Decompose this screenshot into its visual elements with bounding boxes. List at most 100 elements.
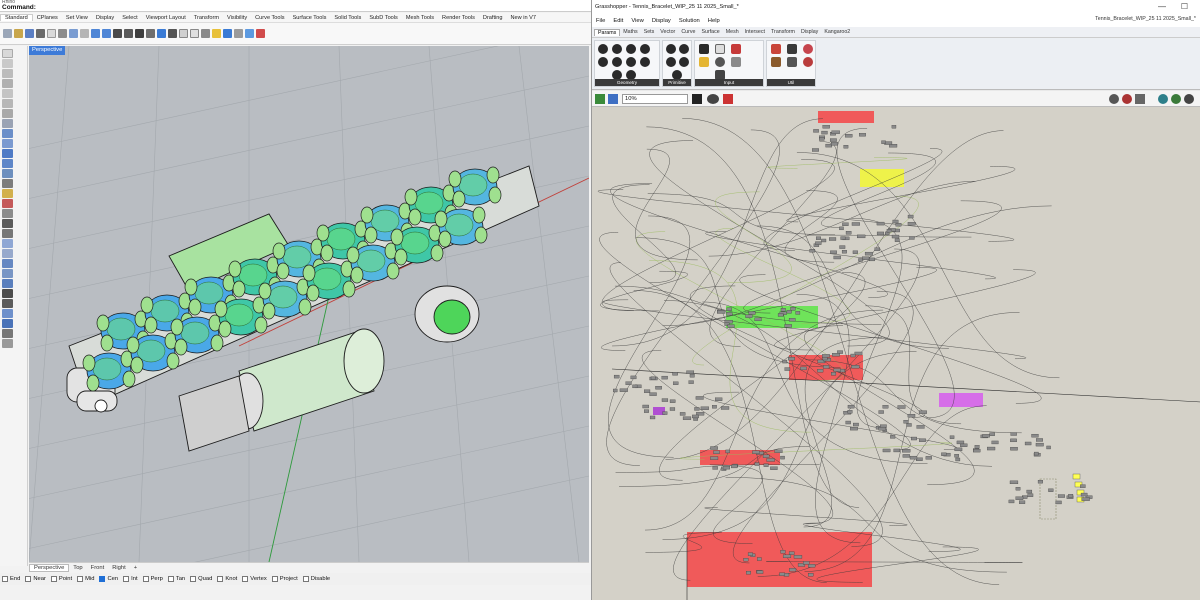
gh-component[interactable] xyxy=(655,386,662,390)
tab-maths[interactable]: Maths xyxy=(620,29,640,35)
gh-component[interactable] xyxy=(788,318,796,322)
viewport-tab-top[interactable]: Top xyxy=(69,565,86,571)
gh-component[interactable] xyxy=(903,420,909,424)
tab-surface[interactable]: Surface xyxy=(698,29,722,35)
checkbox[interactable] xyxy=(77,576,84,582)
analyze-tool-icon[interactable] xyxy=(2,329,13,338)
tab-standard[interactable]: Standard xyxy=(0,14,33,21)
extrude-tool-icon[interactable] xyxy=(2,139,13,148)
gh-component[interactable] xyxy=(857,234,866,239)
osnap-knot[interactable]: Knot xyxy=(217,576,237,582)
preview-mode-icon[interactable] xyxy=(1109,94,1119,104)
undo-icon[interactable] xyxy=(91,29,100,38)
osnap-tool-icon[interactable] xyxy=(2,339,13,348)
gh-component[interactable] xyxy=(853,422,859,427)
lock-icon[interactable] xyxy=(212,29,221,38)
gh-component[interactable] xyxy=(842,222,849,226)
gh-component[interactable] xyxy=(673,381,679,385)
gh-component[interactable] xyxy=(747,552,753,556)
gh-component[interactable] xyxy=(1037,480,1043,484)
gh-component[interactable] xyxy=(843,145,849,149)
gh-component[interactable] xyxy=(815,241,822,245)
osnap-mid[interactable]: Mid xyxy=(77,576,94,582)
gh-component[interactable] xyxy=(1008,499,1015,504)
gh-component[interactable] xyxy=(757,557,762,561)
gh-component[interactable] xyxy=(692,414,699,419)
gh-component[interactable] xyxy=(821,130,828,135)
slider-icon[interactable] xyxy=(715,44,725,54)
gh-component[interactable] xyxy=(1031,433,1039,438)
gh-component[interactable] xyxy=(858,258,863,262)
gh-component[interactable] xyxy=(679,412,686,416)
gh-component[interactable] xyxy=(782,359,788,364)
cherry-picker-icon[interactable] xyxy=(771,44,781,54)
gh-component[interactable] xyxy=(745,314,753,318)
gh-component[interactable] xyxy=(1036,438,1043,442)
gh-component[interactable] xyxy=(815,236,821,240)
panel-icon[interactable] xyxy=(699,44,709,54)
curve-param-icon[interactable] xyxy=(598,57,608,67)
gh-component[interactable] xyxy=(874,247,880,251)
gh-component[interactable] xyxy=(726,312,733,316)
copy-tool-icon[interactable] xyxy=(2,249,13,258)
sphere-tool-icon[interactable] xyxy=(2,159,13,168)
menu-file[interactable]: File xyxy=(592,18,609,24)
boolean-param-icon[interactable] xyxy=(666,44,676,54)
menu-solution[interactable]: Solution xyxy=(675,18,704,24)
tab-display[interactable]: Display xyxy=(92,15,118,21)
menu-display[interactable]: Display xyxy=(648,18,675,24)
gh-component[interactable] xyxy=(777,313,784,317)
gh-component[interactable] xyxy=(916,425,925,429)
gh-component[interactable] xyxy=(632,384,638,389)
scale-tool-icon[interactable] xyxy=(2,269,13,278)
gh-component[interactable] xyxy=(779,572,785,576)
gh-component[interactable] xyxy=(1010,447,1018,451)
gh-component[interactable] xyxy=(909,455,918,460)
gh-component[interactable] xyxy=(784,367,791,371)
gh-component[interactable] xyxy=(770,466,778,470)
fillet-tool-icon[interactable] xyxy=(2,189,13,198)
gh-component[interactable] xyxy=(897,405,906,409)
subd-tool-icon[interactable] xyxy=(2,179,13,188)
menu-help[interactable]: Help xyxy=(704,18,724,24)
gh-component[interactable] xyxy=(808,564,816,568)
plane-param-icon[interactable] xyxy=(626,57,636,67)
gh-component[interactable] xyxy=(1009,480,1019,485)
gh-component[interactable] xyxy=(891,234,900,239)
gh-component[interactable] xyxy=(847,404,855,409)
rotate-tool-icon[interactable] xyxy=(2,259,13,268)
checkbox[interactable] xyxy=(25,576,32,582)
open-file-icon[interactable] xyxy=(14,29,23,38)
gh-component[interactable] xyxy=(1010,438,1017,443)
colour-swatch-icon[interactable] xyxy=(731,44,741,54)
gh-component[interactable] xyxy=(850,353,856,358)
gh-component[interactable] xyxy=(890,435,896,439)
tab-transform[interactable]: Transform xyxy=(190,15,223,21)
osnap-perp[interactable]: Perp xyxy=(142,576,163,582)
viewport-tab-front[interactable]: Front xyxy=(87,565,109,571)
gh-component[interactable] xyxy=(895,223,902,227)
checkbox[interactable] xyxy=(271,576,278,582)
tab-mesh[interactable]: Mesh xyxy=(723,29,742,35)
checkbox[interactable] xyxy=(217,576,224,582)
gh-component[interactable] xyxy=(902,454,910,458)
gh-component[interactable] xyxy=(891,125,897,129)
gh-component[interactable] xyxy=(851,222,860,226)
brep-param-icon[interactable] xyxy=(640,57,650,67)
gh-component[interactable] xyxy=(907,222,916,226)
gh-component[interactable] xyxy=(726,307,732,311)
gh-component[interactable] xyxy=(1019,500,1026,504)
gh-component[interactable] xyxy=(754,317,762,322)
zoom-selected-icon[interactable] xyxy=(157,29,166,38)
gh-component[interactable] xyxy=(1015,487,1021,491)
menu-view[interactable]: View xyxy=(627,18,647,24)
hide-icon[interactable] xyxy=(201,29,210,38)
bake-icon[interactable] xyxy=(1171,94,1181,104)
tab-intersect[interactable]: Intersect xyxy=(742,29,768,35)
preview-off-icon[interactable] xyxy=(1122,94,1132,104)
group-red-bottom[interactable] xyxy=(687,532,872,587)
save-document-icon[interactable] xyxy=(608,94,618,104)
gh-component[interactable] xyxy=(859,133,866,137)
trim-tool-icon[interactable] xyxy=(2,199,13,208)
group-magenta-right[interactable] xyxy=(939,393,983,407)
